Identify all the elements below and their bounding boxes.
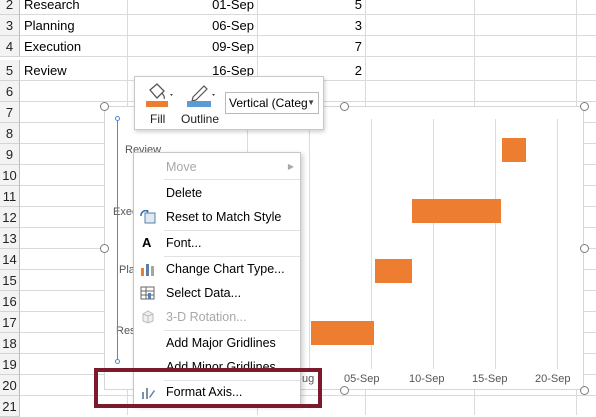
row-header[interactable]: 4 [0,36,20,57]
bar-research[interactable] [311,321,374,345]
cell-task[interactable]: Planning [24,15,75,36]
reset-style-icon [140,210,156,224]
cell-days[interactable]: 3 [300,15,362,36]
menu-item-label: Reset to Match Style [166,210,282,224]
row-header[interactable]: 2 [0,0,20,15]
submenu-arrow-icon: ▶ [287,162,294,171]
row-header[interactable]: 3 [0,15,20,36]
row-header[interactable]: 8 [0,123,20,144]
resize-handle-top[interactable] [340,102,349,111]
menu-item-reset-to-match-style[interactable]: Reset to Match Style [134,205,300,229]
menu-item-3d-rotation[interactable]: 3-D Rotation... [134,305,300,329]
cell-days[interactable]: 5 [300,0,362,15]
row-header[interactable]: 21 [0,396,20,417]
outline-pen-icon [187,85,215,107]
chart-element-selector-value: Vertical (Categ [229,96,308,110]
fill-label: Fill [150,112,166,126]
cell-task[interactable]: Execution [24,36,81,57]
resize-handle-top-right[interactable] [580,102,589,111]
axis-selection-handle[interactable] [115,116,120,121]
outline-button[interactable]: Outline [181,80,221,128]
x-tick-label: 20-Sep [535,373,571,385]
menu-item-label: Delete [166,186,203,200]
paint-bucket-icon [146,83,173,107]
chart-gridline [495,119,496,369]
row-header[interactable]: 5 [0,60,20,81]
cell-date[interactable]: 06-Sep [180,15,254,36]
row-header[interactable]: 7 [0,102,20,123]
cube-icon [142,310,154,324]
menu-item-add-major-gridlines[interactable]: Add Major Gridlines [134,331,300,355]
chart-element-selector[interactable]: Vertical (Categ ▼ [225,92,319,114]
select-data-icon [140,286,155,300]
font-icon: A [142,235,152,250]
x-tick-label: 05-Sep [344,373,380,385]
cell-date[interactable]: 01-Sep [180,0,254,15]
mini-toolbar: Fill Outline Vertical (Categ ▼ [134,76,324,130]
row-header[interactable]: 15 [0,270,20,291]
bar-execution[interactable] [412,199,501,223]
resize-handle-bottom[interactable] [340,386,349,395]
row-header[interactable]: 10 [0,165,20,186]
axis-selection-handle[interactable] [115,359,120,364]
cell-task[interactable]: Research [24,0,80,15]
menu-item-delete[interactable]: Delete [134,181,300,205]
menu-item-select-data[interactable]: Select Data... [134,281,300,305]
menu-item-font[interactable]: A Font... [134,231,300,255]
resize-handle-top-left[interactable] [100,102,109,111]
outline-label: Outline [181,112,220,126]
row-header[interactable]: 14 [0,249,20,270]
menu-item-label: Move [166,160,197,174]
chart-gridline [309,119,310,369]
vertical-axis-selection[interactable] [117,118,120,362]
menu-item-label: 3-D Rotation... [166,310,247,324]
menu-item-label: Change Chart Type... [166,262,285,276]
row-header[interactable]: 11 [0,186,20,207]
row-header[interactable]: 16 [0,291,20,312]
resize-handle-bottom-right[interactable] [580,386,589,395]
menu-item-change-chart-type[interactable]: Change Chart Type... [134,257,300,281]
menu-item-label: Add Major Gridlines [166,336,276,350]
highlight-box [94,368,322,408]
row-header[interactable]: 13 [0,228,20,249]
resize-handle-right[interactable] [580,244,589,253]
row-header[interactable]: 19 [0,354,20,375]
cell-days[interactable]: 7 [300,36,362,57]
chart-type-icon [141,264,154,276]
bar-review[interactable] [502,138,526,162]
menu-item-label: Select Data... [166,286,242,300]
row-header[interactable]: 12 [0,207,20,228]
menu-item-label: Font... [166,236,202,250]
x-tick-label: 15-Sep [472,373,508,385]
row-header[interactable]: 9 [0,144,20,165]
dropdown-arrow-icon: ▼ [307,98,315,107]
cell-task[interactable]: Review [24,60,67,81]
row-header[interactable]: 6 [0,81,20,102]
row-header[interactable]: 20 [0,375,20,396]
resize-handle-left[interactable] [100,244,109,253]
menu-separator [164,179,300,180]
row-header[interactable]: 18 [0,333,20,354]
chart-gridline [433,119,434,369]
chart-gridline [557,119,558,369]
menu-item-move[interactable]: Move ▶ [134,155,300,179]
fill-button[interactable]: Fill [141,80,177,128]
x-tick-label: 10-Sep [409,373,445,385]
row-header[interactable]: 17 [0,312,20,333]
cell-date[interactable]: 09-Sep [180,36,254,57]
bar-planning[interactable] [375,259,412,283]
